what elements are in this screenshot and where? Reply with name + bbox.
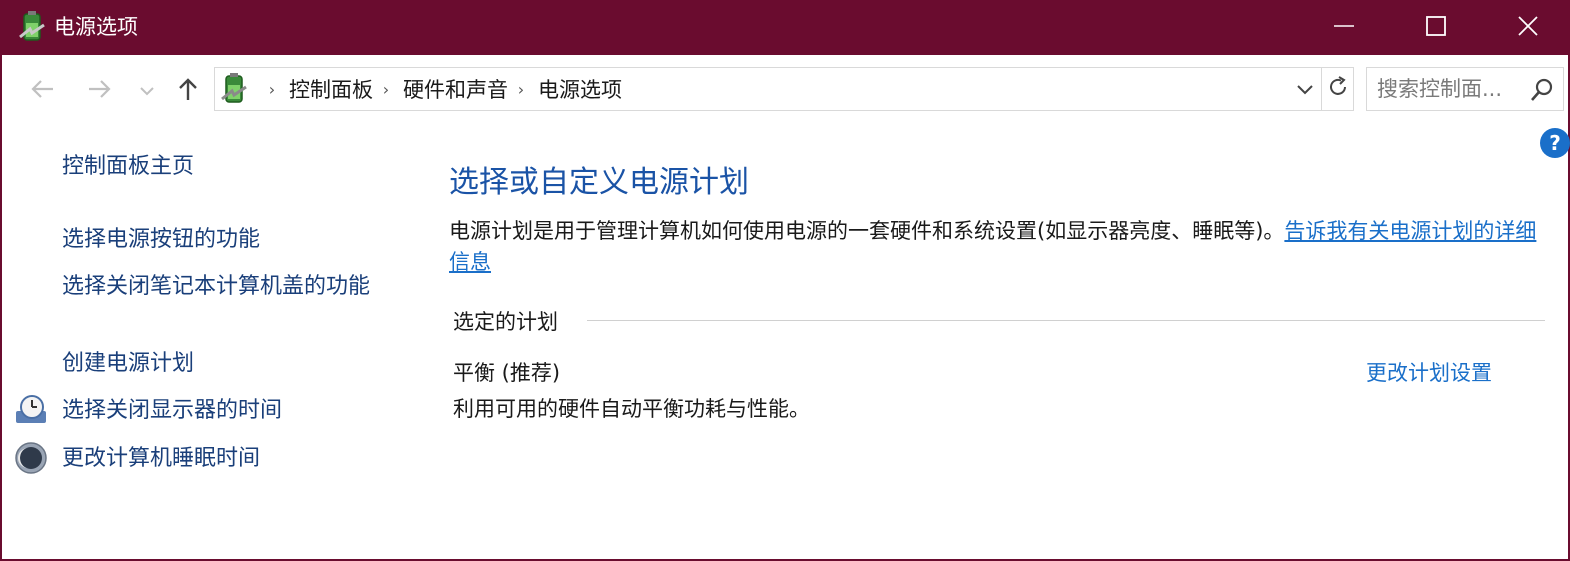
description-text: 电源计划是用于管理计算机如何使用电源的一套硬件和系统设置(如显示器亮度、睡眠等)… [449,219,1285,243]
sidebar-item-display-off[interactable]: 选择关闭显示器的时间 [62,395,392,426]
back-arrow-icon [29,78,55,104]
forward-button[interactable] [82,73,118,109]
recent-locations-button[interactable] [132,73,162,109]
power-options-battery-icon [219,73,251,105]
sidebar-item-create-plan[interactable]: 创建电源计划 [62,348,392,379]
display-timer-icon [14,393,48,427]
breadcrumb: › 控制面板 › 硬件和声音 › 电源选项 [259,68,622,110]
window-title: 电源选项 [54,15,138,39]
plan-description: 利用可用的硬件自动平衡功耗与性能。 [453,397,810,421]
sidebar-item-sleep-time[interactable]: 更改计算机睡眠时间 [62,443,392,474]
page-title: 选择或自定义电源计划 [449,165,749,200]
title-bar[interactable]: 电源选项 [2,0,1568,55]
plan-name: 平衡 (推荐) [453,361,561,385]
address-history-dropdown[interactable] [1289,68,1321,110]
minimize-icon [1333,15,1355,41]
page-description: 电源计划是用于管理计算机如何使用电源的一套硬件和系统设置(如显示器亮度、睡眠等)… [449,216,1549,278]
section-divider [587,320,1545,321]
close-icon [1517,15,1539,41]
refresh-icon [1327,76,1349,102]
address-bar[interactable]: › 控制面板 › 硬件和声音 › 电源选项 [214,67,1354,111]
close-button[interactable] [1482,0,1570,55]
minimize-button[interactable] [1298,0,1390,55]
maximize-icon [1425,15,1447,41]
control-panel-home-link[interactable]: 控制面板主页 [62,151,392,182]
chevron-down-icon [1296,80,1314,99]
chevron-down-icon [139,82,155,101]
breadcrumb-separator[interactable]: › [375,80,397,99]
sidebar-item-power-button[interactable]: 选择电源按钮的功能 [62,224,392,255]
breadcrumb-hardware-sound[interactable]: 硬件和声音 [403,74,508,104]
breadcrumb-separator[interactable]: › [510,80,532,99]
power-options-battery-icon [18,11,48,43]
selected-plan-label: 选定的计划 [453,310,558,334]
refresh-button[interactable] [1322,68,1354,110]
help-button[interactable]: ? [1540,128,1570,158]
up-arrow-icon [177,76,199,106]
search-input[interactable] [1377,76,1527,102]
forward-arrow-icon [87,78,113,104]
search-box[interactable] [1366,67,1564,111]
back-button[interactable] [24,73,60,109]
change-plan-settings-link[interactable]: 更改计划设置 [1366,358,1492,388]
breadcrumb-separator[interactable]: › [261,80,283,99]
search-icon[interactable] [1529,77,1555,103]
navigation-bar: › 控制面板 › 硬件和声音 › 电源选项 [2,55,1568,125]
breadcrumb-control-panel[interactable]: 控制面板 [289,74,373,104]
breadcrumb-power-options[interactable]: 电源选项 [538,74,622,104]
up-button[interactable] [170,73,206,109]
control-panel-window: 电源选项 › 控制面板 › 硬件和声音 › 电源选项 搜索控制面... ? 控制… [0,0,1570,561]
maximize-button[interactable] [1390,0,1482,55]
sidebar-item-lid-close[interactable]: 选择关闭笔记本计算机盖的功能 [62,271,392,302]
sleep-moon-icon [14,441,48,475]
